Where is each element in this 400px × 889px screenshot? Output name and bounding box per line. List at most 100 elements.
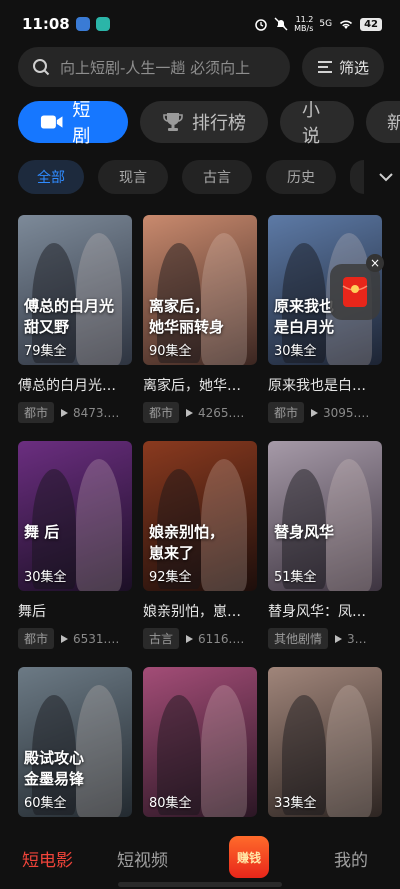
search-input[interactable]: 向上短剧-人生一趟 必须向上: [18, 47, 290, 87]
drama-poster[interactable]: 娘亲别怕， 崽来了 92集全: [143, 441, 257, 591]
net-speed-unit: MB/s: [294, 24, 314, 33]
drama-meta: 都市 8473.…: [18, 402, 132, 423]
close-icon[interactable]: ×: [366, 254, 384, 272]
search-placeholder: 向上短剧-人生一趟 必须向上: [60, 58, 251, 77]
tab-short-drama[interactable]: 短剧: [18, 101, 128, 145]
floating-red-packet[interactable]: ×: [330, 254, 384, 320]
net-speed-value: 11.2: [295, 15, 314, 24]
drama-meta: 都市 4265.…: [143, 402, 257, 423]
nav-short-film[interactable]: 短电影: [22, 846, 73, 871]
drama-poster[interactable]: 殿试攻心 金墨易锋 60集全: [18, 667, 132, 817]
drama-poster[interactable]: 替身风华 51集全: [268, 441, 382, 591]
drama-meta: 都市 3095.…: [268, 402, 382, 423]
poster-title-art: 舞 后: [24, 523, 60, 541]
drama-title[interactable]: 替身风华：凤…: [268, 601, 382, 621]
drama-card[interactable]: 离家后， 她华丽转身 90集全 离家后，她华… 都市 4265.…: [143, 215, 257, 423]
drama-card[interactable]: 殿试攻心 金墨易锋 60集全: [18, 667, 132, 817]
drama-meta: 其他剧情 3…: [268, 628, 382, 649]
drama-grid: 傅总的白月光 甜又野 79集全 傅总的白月光… 都市 8473.… 离家后， 她…: [18, 215, 382, 817]
genre-tag: 都市: [18, 628, 55, 649]
poster-title-art: 替身风华: [274, 523, 335, 541]
play-icon: [61, 634, 69, 643]
genre-chip-modern-romance[interactable]: 现言: [98, 160, 168, 194]
view-count-value: 3095.…: [323, 405, 370, 420]
home-indicator: [118, 882, 282, 887]
drama-poster[interactable]: 33集全: [268, 667, 382, 817]
drama-card[interactable]: 娘亲别怕， 崽来了 92集全 娘亲别怕，崽… 古言 6116.…: [143, 441, 257, 649]
filter-label: 筛选: [338, 58, 369, 77]
view-count-value: 4265.…: [198, 405, 245, 420]
episode-count: 90集全: [149, 344, 192, 359]
view-count: 3095.…: [310, 406, 369, 420]
drama-card[interactable]: 80集全: [143, 667, 257, 817]
play-icon: [186, 408, 194, 417]
battery-indicator: 42: [360, 17, 382, 31]
expand-genres-button[interactable]: [378, 160, 394, 194]
drama-poster[interactable]: 80集全: [143, 667, 257, 817]
tab-novel[interactable]: 小说: [280, 101, 354, 145]
play-icon: [61, 408, 69, 417]
tab-label: 小说: [302, 101, 320, 145]
drama-card[interactable]: 舞 后 30集全 舞后 都市 6531.…: [18, 441, 132, 649]
genre-tag: 都市: [143, 402, 180, 423]
drama-poster[interactable]: 离家后， 她华丽转身 90集全: [143, 215, 257, 365]
filter-button[interactable]: 筛选: [302, 47, 384, 87]
genre-chip-ancient-romance[interactable]: 古言: [182, 160, 252, 194]
poster-title-art: 傅总的白月光 甜又野: [24, 297, 115, 336]
poster-figure: [201, 685, 247, 817]
search-row: 向上短剧-人生一趟 必须向上 筛选: [18, 47, 384, 87]
genre-tag: 其他剧情: [268, 628, 329, 649]
poster-title-art: 娘亲别怕， 崽来了: [149, 523, 225, 562]
episode-count: 30集全: [24, 570, 67, 585]
trophy-icon: [163, 113, 183, 131]
episode-count: 79集全: [24, 344, 67, 359]
genre-tag: 古言: [143, 628, 180, 649]
genre-chip-all[interactable]: 全部: [18, 160, 84, 194]
drama-poster[interactable]: 傅总的白月光 甜又野 79集全: [18, 215, 132, 365]
video-camera-icon: [40, 115, 63, 129]
view-count-value: 3…: [347, 631, 367, 646]
nav-short-video[interactable]: 短视频: [117, 846, 168, 871]
tab-label: 排行榜: [192, 113, 246, 134]
drama-title[interactable]: 傅总的白月光…: [18, 375, 132, 395]
play-icon: [186, 634, 194, 643]
status-indicators: 11.2 MB/s 5G 42: [254, 15, 382, 33]
play-icon: [335, 634, 343, 643]
poster-figure: [326, 685, 372, 817]
episode-count: 92集全: [149, 570, 192, 585]
drama-card[interactable]: 替身风华 51集全 替身风华：凤… 其他剧情 3…: [268, 441, 382, 649]
drama-title[interactable]: 原来我也是白…: [268, 375, 382, 395]
drama-title[interactable]: 离家后，她华…: [143, 375, 257, 395]
episode-count: 33集全: [274, 796, 317, 811]
view-count-value: 6116.…: [198, 631, 245, 646]
drama-title[interactable]: 舞后: [18, 601, 132, 621]
tab-label: 新: [387, 113, 400, 134]
view-count: 4265.…: [185, 406, 244, 420]
tab-ranking[interactable]: 排行榜: [140, 101, 268, 143]
drama-meta: 都市 6531.…: [18, 628, 132, 649]
search-icon: [33, 59, 50, 76]
nav-mine[interactable]: 我的: [334, 846, 368, 871]
view-count: 3…: [334, 632, 367, 646]
category-tabs: 短剧 排行榜 小说 新: [18, 101, 400, 145]
drama-card[interactable]: 傅总的白月光 甜又野 79集全 傅总的白月光… 都市 8473.…: [18, 215, 132, 423]
genre-chip-history[interactable]: 历史: [266, 160, 336, 194]
episode-count: 80集全: [149, 796, 192, 811]
view-count-value: 6531.…: [73, 631, 120, 646]
earn-label: 赚钱: [236, 850, 261, 865]
tab-label: 短剧: [72, 101, 91, 145]
drama-title[interactable]: 娘亲别怕，崽…: [143, 601, 257, 621]
genre-filter-row: 全部 现言 古言 历史: [18, 159, 400, 195]
filter-icon: [317, 61, 332, 73]
drama-poster[interactable]: 舞 后 30集全: [18, 441, 132, 591]
nav-earn-button[interactable]: 赚钱: [229, 836, 269, 878]
bottom-nav: 短电影 短视频 赚钱 我的: [0, 832, 400, 889]
red-packet-icon: [342, 277, 368, 307]
genre-chip-more-partial[interactable]: [350, 160, 364, 194]
poster-title-art: 离家后， 她华丽转身: [149, 297, 225, 336]
tab-new[interactable]: 新: [366, 101, 400, 143]
chevron-down-icon: [379, 173, 393, 182]
drama-card[interactable]: 33集全: [268, 667, 382, 817]
view-count: 8473.…: [60, 406, 119, 420]
drama-meta: 古言 6116.…: [143, 628, 257, 649]
